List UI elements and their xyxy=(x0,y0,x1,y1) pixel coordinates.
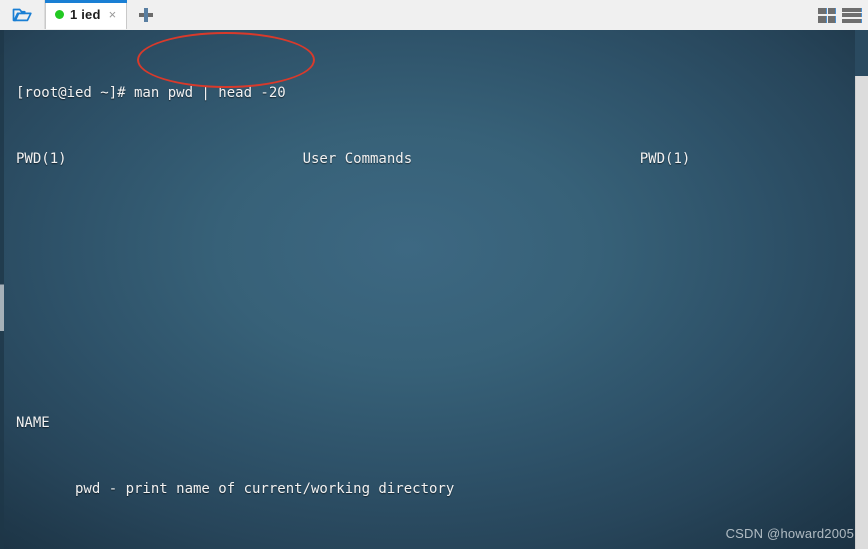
terminal-output: [root@ied ~]# man pwd | head -20 PWD(1) … xyxy=(16,38,868,549)
grid-layout-icon[interactable] xyxy=(818,7,835,23)
terminal-line: PWD(1) User Commands PWD(1) xyxy=(16,151,691,167)
scrollbar-thumb[interactable] xyxy=(855,76,868,549)
terminal-screen[interactable]: [root@ied ~]# man pwd | head -20 PWD(1) … xyxy=(0,30,868,549)
terminal-app-window: 1 ied × [root@ied ~]# man pwd | head -20… xyxy=(0,0,868,549)
terminal-line: NAME xyxy=(16,415,50,431)
open-folder-button[interactable] xyxy=(0,0,45,29)
terminal-tab[interactable]: 1 ied × xyxy=(45,0,127,29)
new-tab-button[interactable] xyxy=(127,0,165,29)
terminal-line: pwd - print name of current/working dire… xyxy=(16,481,455,497)
toolbar-icons xyxy=(818,0,868,30)
terminal-scrollbar[interactable] xyxy=(855,30,868,549)
tab-status-dot xyxy=(55,10,64,19)
plus-icon xyxy=(139,7,153,22)
tab-bar-spacer xyxy=(165,0,818,30)
watermark-text: CSDN @howard2005 xyxy=(725,526,854,541)
tab-label: 1 ied xyxy=(70,7,101,22)
hamburger-menu-icon[interactable] xyxy=(842,7,861,23)
tab-bar: 1 ied × xyxy=(0,0,868,31)
tab-close-icon[interactable]: × xyxy=(109,8,117,21)
left-edge-scroll-strip[interactable] xyxy=(0,30,4,549)
terminal-line: [root@ied ~]# man pwd | head -20 xyxy=(16,85,286,101)
open-folder-icon xyxy=(11,6,33,24)
scrollbar-top-gap xyxy=(855,30,868,76)
red-ellipse-annotation xyxy=(137,32,315,88)
